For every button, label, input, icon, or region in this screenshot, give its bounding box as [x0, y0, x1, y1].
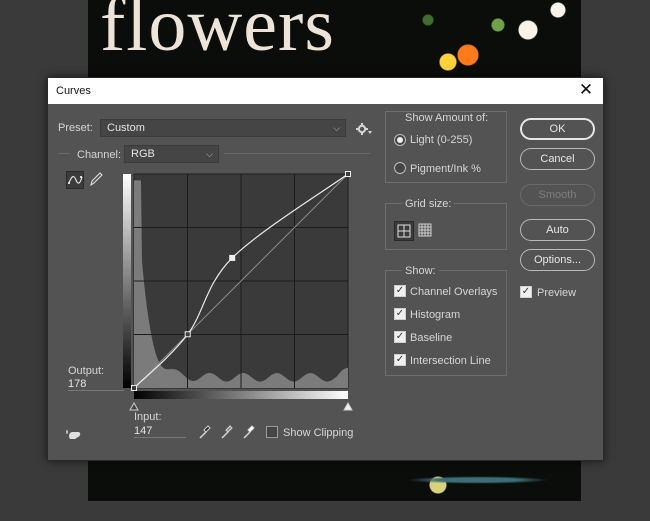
channel-separator-left: [58, 153, 70, 154]
pencil-tool[interactable]: [88, 171, 106, 189]
chevron-down-icon: ⌵: [333, 123, 340, 133]
output-gradient-bar: [123, 174, 131, 388]
channel-separator-right: [224, 153, 370, 154]
pigment-ink-radio-label: Pigment/Ink %: [410, 163, 481, 175]
options-button[interactable]: Options...: [520, 249, 595, 271]
show-clipping-label: Show Clipping: [283, 427, 354, 439]
curve-control-point[interactable]: [184, 331, 191, 338]
auto-button[interactable]: Auto: [520, 219, 595, 241]
curve-control-point[interactable]: [131, 385, 137, 391]
simple-grid-icon: [397, 224, 411, 238]
channel-overlays-label: Channel Overlays: [410, 286, 498, 298]
intersection-line-label: Intersection Line: [410, 355, 491, 367]
channel-label: Channel:: [77, 149, 122, 161]
dialog-title: Curves: [56, 85, 91, 97]
channel-dropdown[interactable]: RGB ⌵: [124, 145, 219, 163]
curve-control-point[interactable]: [229, 254, 236, 261]
smooth-button[interactable]: Smooth: [520, 184, 595, 206]
light-radio[interactable]: [394, 134, 406, 146]
histogram-label: Histogram: [410, 309, 461, 321]
light-radio-label: Light (0-255): [410, 134, 473, 146]
input-gradient-bar: [134, 391, 348, 399]
preview-label: Preview: [537, 287, 577, 299]
white-point-slider[interactable]: [343, 401, 353, 411]
show-amount-group: Show Amount of: Light (0-255) Pigment/In…: [385, 111, 507, 183]
grid-size-group: Grid size:: [385, 198, 507, 250]
baseline-label: Baseline: [410, 332, 453, 344]
black-point-slider[interactable]: [129, 401, 139, 411]
curve-control-point[interactable]: [345, 171, 351, 177]
histogram-checkbox[interactable]: ✓: [394, 308, 406, 320]
show-amount-legend: Show Amount of:: [402, 112, 492, 124]
detailed-grid-icon: [418, 223, 432, 237]
output-label: Output:: [68, 365, 105, 377]
baseline-checkbox[interactable]: ✓: [394, 331, 406, 343]
close-icon[interactable]: ✕: [577, 81, 595, 99]
input-value-field[interactable]: 147: [134, 425, 186, 438]
show-options-group: Show: ✓ Channel Overlays ✓ Histogram ✓ B…: [385, 265, 507, 376]
dialog-titlebar[interactable]: Curves ✕: [48, 78, 603, 104]
curves-dialog: Curves ✕ Preset: Custom ⌵ Channel: RGB ⌵: [47, 77, 604, 461]
cancel-button[interactable]: Cancel: [520, 148, 595, 170]
preset-label: Preset:: [58, 122, 93, 134]
pigment-ink-radio[interactable]: [394, 162, 406, 174]
preset-dropdown[interactable]: Custom ⌵: [100, 119, 346, 137]
targeted-adjustment-hand-icon[interactable]: [66, 427, 84, 441]
intersection-line-checkbox[interactable]: ✓: [394, 354, 406, 366]
document-title-text: flowers: [100, 0, 335, 67]
white-point-eyedropper-icon[interactable]: [242, 424, 256, 440]
input-label: Input:: [134, 411, 162, 423]
curve-edit-icon: [68, 176, 83, 184]
preset-value: Custom: [107, 122, 145, 134]
channel-overlays-checkbox[interactable]: ✓: [394, 285, 406, 297]
black-point-eyedropper-icon[interactable]: [198, 424, 212, 440]
channel-value: RGB: [131, 148, 155, 160]
preview-checkbox[interactable]: ✓: [520, 286, 532, 298]
curves-graph[interactable]: [120, 170, 356, 418]
show-legend: Show:: [402, 265, 439, 277]
show-clipping-checkbox[interactable]: [266, 426, 278, 438]
preset-options-gear-icon[interactable]: [356, 122, 372, 136]
grid-size-legend: Grid size:: [402, 198, 455, 210]
ok-button[interactable]: OK: [520, 118, 595, 140]
detailed-grid-button[interactable]: [416, 221, 436, 241]
document-image-bottom: [88, 460, 581, 501]
document-flowers-image-top: [388, 0, 581, 80]
gray-point-eyedropper-icon[interactable]: [220, 424, 234, 440]
curve-point-tool[interactable]: [66, 171, 84, 189]
chevron-down-icon: ⌵: [206, 149, 213, 159]
simple-grid-button[interactable]: [394, 221, 414, 241]
pencil-icon: [90, 172, 103, 187]
output-value-field[interactable]: 178: [68, 378, 124, 391]
